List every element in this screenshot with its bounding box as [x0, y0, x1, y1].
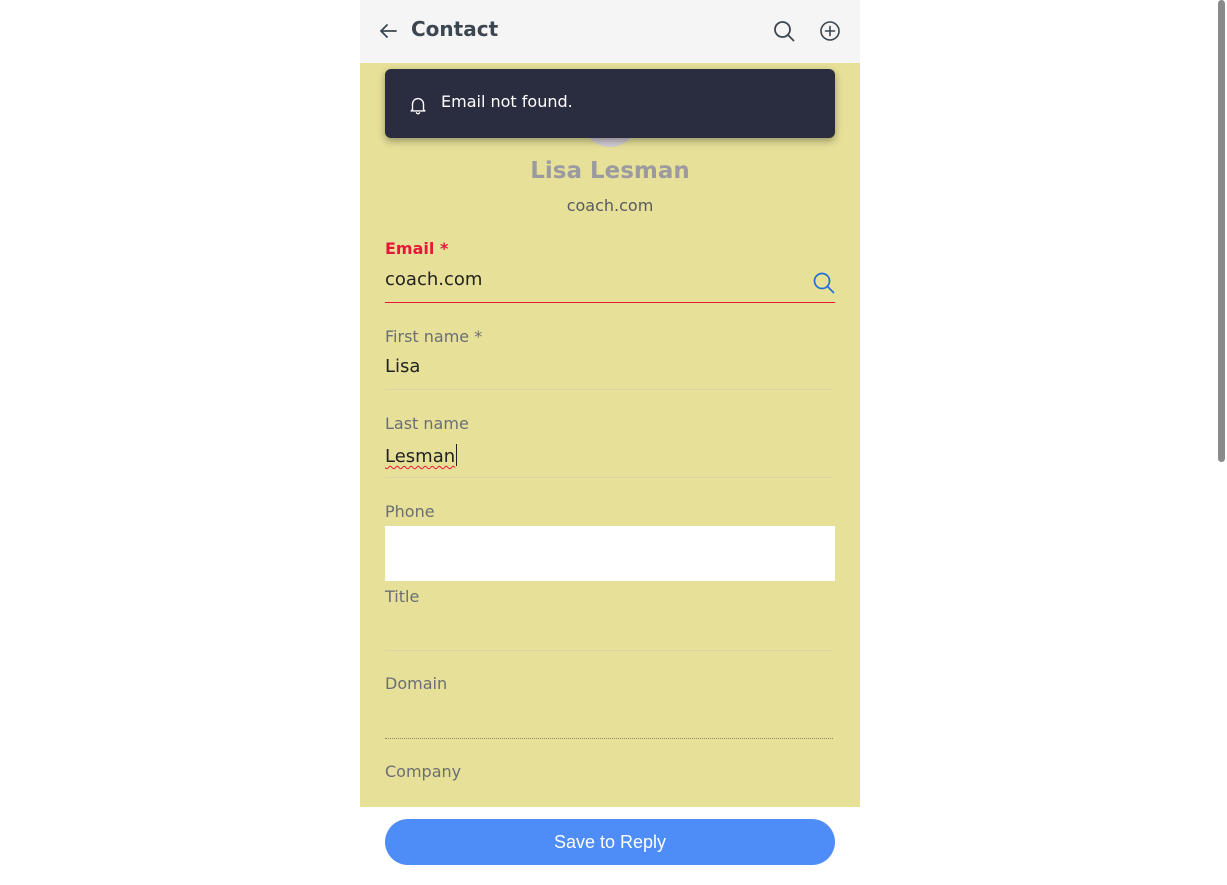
save-to-reply-button[interactable]: Save to Reply — [385, 819, 835, 865]
last-name-field-group: Last name Lesman — [385, 414, 835, 479]
scrollbar-thumb[interactable] — [1218, 0, 1225, 462]
email-underline — [385, 302, 835, 303]
toast-notification: Email not found. — [385, 69, 835, 138]
company-field-group: Company — [385, 762, 835, 807]
toast-message: Email not found. — [441, 92, 573, 111]
last-name-label: Last name — [385, 414, 469, 433]
first-name-underline — [385, 389, 833, 390]
title-underline — [385, 650, 833, 651]
phone-field[interactable] — [385, 526, 835, 581]
domain-field[interactable] — [385, 704, 833, 728]
plus-circle-icon[interactable] — [818, 19, 842, 43]
page-title: Contact — [411, 17, 499, 41]
title-label: Title — [385, 587, 420, 606]
first-name-field-group: First name * Lisa — [385, 327, 835, 392]
text-cursor — [456, 444, 458, 466]
search-icon[interactable] — [772, 19, 796, 43]
email-field-group: Email * coach.com — [385, 239, 835, 304]
last-name-underline — [385, 477, 833, 478]
email-field[interactable]: coach.com — [385, 269, 482, 290]
domain-underline — [385, 738, 833, 739]
email-label: Email * — [385, 239, 449, 258]
domain-label: Domain — [385, 674, 448, 693]
company-label: Company — [385, 762, 462, 781]
contact-name: Lisa Lesman — [530, 158, 690, 184]
first-name-label: First name * — [385, 327, 483, 346]
company-field[interactable] — [385, 792, 833, 807]
contact-form: Lisa Lesman coach.com Email * coach.com … — [360, 63, 860, 807]
last-name-value: Lesman — [385, 446, 456, 467]
page-scrollbar[interactable] — [1216, 0, 1227, 885]
header-bar: Contact — [360, 0, 860, 63]
contact-panel: Contact Lisa Lesman coach.com Email * co… — [360, 0, 860, 885]
contact-subtitle: coach.com — [566, 196, 654, 215]
arrow-left-icon[interactable] — [376, 19, 400, 43]
domain-field-group: Domain — [385, 674, 835, 739]
title-field-group: Title — [385, 587, 835, 652]
phone-field-group: Phone — [385, 502, 835, 582]
title-field[interactable] — [385, 617, 833, 641]
first-name-field[interactable]: Lisa — [385, 356, 420, 377]
last-name-field[interactable]: Lesman — [385, 444, 458, 467]
phone-label: Phone — [385, 502, 435, 521]
bell-icon — [410, 97, 426, 115]
email-search-icon[interactable] — [812, 271, 836, 295]
